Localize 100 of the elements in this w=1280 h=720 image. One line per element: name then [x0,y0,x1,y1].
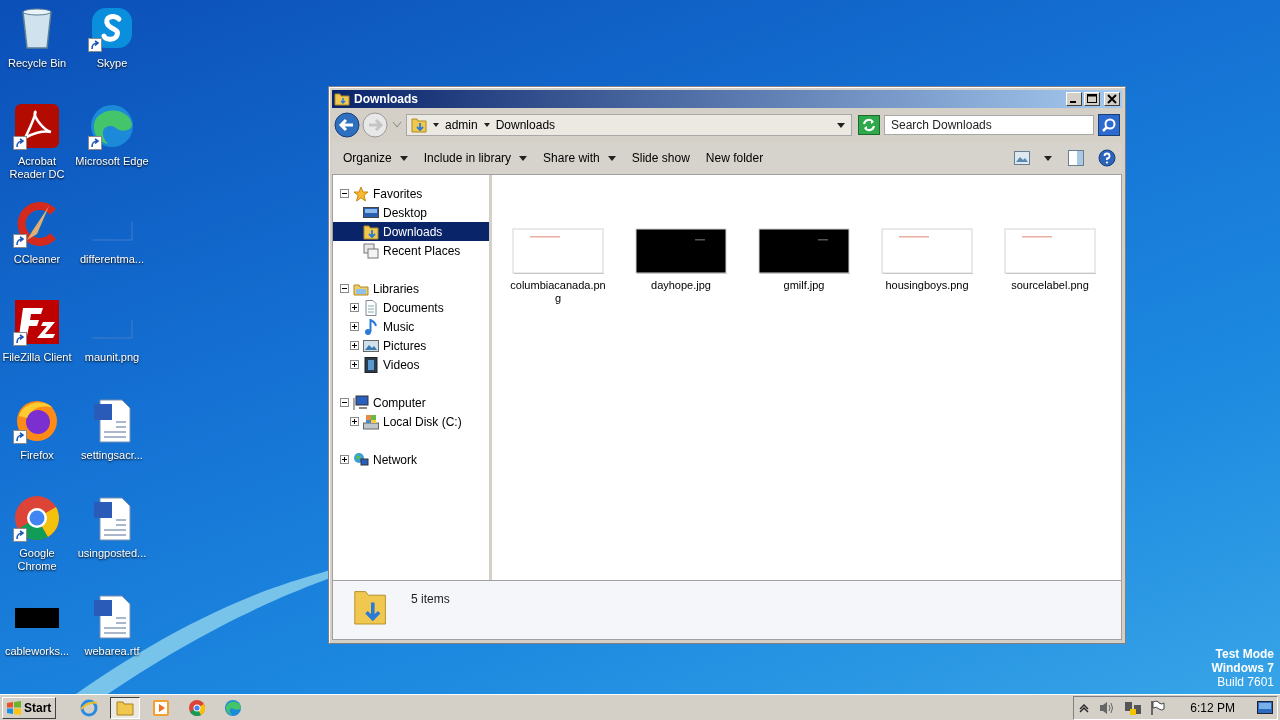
nav-group-label[interactable]: Libraries [373,281,420,296]
recent-places-icon [363,242,379,259]
view-dropdown-icon[interactable] [1044,155,1052,161]
search-icon [1101,117,1117,133]
toolbar-button[interactable]: New folder [698,148,771,168]
nav-item[interactable]: Music [333,317,489,336]
breadcrumb-caret-icon[interactable] [433,123,439,127]
pdf-app-icon[interactable] [13,102,61,150]
toolbar-button[interactable]: Include in library [416,148,535,168]
star-icon [353,185,369,202]
folder-icon [116,698,135,717]
search-field[interactable]: Search Downloads [884,115,1094,135]
os-build-notice: Test Mode [1215,647,1274,661]
expander-icon[interactable] [350,322,359,331]
maximize-button[interactable] [1084,92,1100,106]
nav-group-label[interactable]: Network [373,452,417,467]
nav-item[interactable]: Documents [333,298,489,317]
expander-icon[interactable] [350,417,359,426]
nav-item[interactable]: Desktop [333,203,489,222]
picture-icon [363,337,379,354]
search-button[interactable] [1098,114,1120,136]
desktop-icon-label[interactable]: maunit.png [84,351,140,364]
nav-item[interactable]: Downloads [333,222,489,241]
close-icon [1106,94,1118,104]
edge-icon [224,698,243,717]
desktop-icon-label[interactable]: CCleaner [13,253,61,266]
expander-icon[interactable] [350,360,359,369]
toolbar-button[interactable]: Slide show [624,148,697,168]
file-name[interactable]: dayhope.jpg [632,279,730,292]
clock[interactable]: 6:12 PM [1190,700,1235,715]
preview-pane-icon[interactable] [1068,150,1084,166]
expander-icon[interactable] [340,398,349,407]
disk-icon [363,413,379,430]
breadcrumb-item[interactable]: Downloads [495,118,556,132]
nav-item[interactable]: Pictures [333,336,489,355]
close-button[interactable] [1104,92,1120,106]
computer-icon [353,394,369,411]
minimize-icon [1069,101,1076,103]
folder-icon [363,223,379,240]
toolbar-button[interactable]: Share with [536,148,623,168]
desktop-icon-label[interactable]: webarea.rtf [84,645,140,658]
breadcrumb-item[interactable]: admin [445,118,478,132]
expander-icon[interactable] [350,341,359,350]
back-button[interactable] [334,112,360,138]
file-name[interactable]: gmilf.jpg [755,279,853,292]
music-note-icon [363,318,379,335]
folder-icon [411,117,427,133]
nav-group-label[interactable]: Computer [373,395,426,410]
desktop-icon-label[interactable]: differentma... [80,253,144,266]
desktop-icon-label[interactable]: cableworks... [4,645,70,658]
expander-icon[interactable] [350,303,359,312]
desktop-icon [363,204,379,221]
minimize-button[interactable] [1066,92,1082,106]
desktop-icon-label[interactable]: Skype [96,57,128,70]
chrome-icon[interactable] [13,494,61,542]
desktop-icon-label[interactable]: settingsacr... [81,449,143,462]
chrome-icon [188,698,207,717]
nav-item[interactable]: Videos [333,355,489,374]
view-icon[interactable] [1014,151,1030,165]
network-status-icon[interactable] [1124,699,1143,716]
expander-icon[interactable] [340,284,349,293]
windows-logo-icon [6,699,22,716]
start-button[interactable]: Start [2,696,57,719]
item-count: 5 items [411,592,450,606]
desktop-icon-label[interactable]: Firefox [20,449,54,462]
address-dropdown-icon[interactable] [837,122,845,128]
nav-item[interactable]: Recent Places [333,241,489,260]
desktop-icon-label[interactable]: Microsoft Edge [75,155,149,168]
maximize-icon [1086,94,1098,104]
document-icon [363,299,379,316]
edge-icon[interactable] [88,102,136,150]
desktop-icon-label[interactable]: Acrobat Reader DC [0,155,74,181]
file-name[interactable]: sourcelabel.png [1001,279,1099,292]
expander-icon[interactable] [340,455,349,464]
refresh-icon [861,117,877,133]
nav-item[interactable]: Local Disk (C:) [333,412,489,431]
nav-group-label[interactable]: Favorites [373,186,423,201]
file-name[interactable]: housingboys.png [878,279,976,292]
breadcrumb-caret-icon[interactable] [483,123,490,127]
flag-icon[interactable] [1150,699,1167,716]
refresh-button[interactable] [858,115,880,135]
desktop-icon-label[interactable]: usingposted... [77,547,147,560]
expander-icon[interactable] [340,189,349,198]
media-player-icon [152,698,171,717]
desktop-icon-label[interactable]: FileZilla Client [2,351,72,364]
desktop-icon-label[interactable]: Google Chrome [0,547,74,573]
show-desktop-icon[interactable] [1257,700,1273,715]
network-icon [353,451,369,468]
file-name[interactable]: columbiacanada.png [509,279,607,305]
taskbar-button[interactable] [110,696,141,719]
address-bar[interactable]: admin Downloads [406,114,852,136]
window-title: Downloads [354,92,418,106]
toolbar-button[interactable]: Organize [336,148,415,168]
browser-icon [80,698,99,717]
os-build-notice: Build 7601 [1217,675,1274,689]
film-icon [363,356,379,373]
folder-icon [334,91,350,107]
help-icon[interactable] [1098,149,1116,167]
os-build-notice: Windows 7 [1211,661,1274,675]
desktop-icon-label[interactable]: Recycle Bin [7,57,67,70]
